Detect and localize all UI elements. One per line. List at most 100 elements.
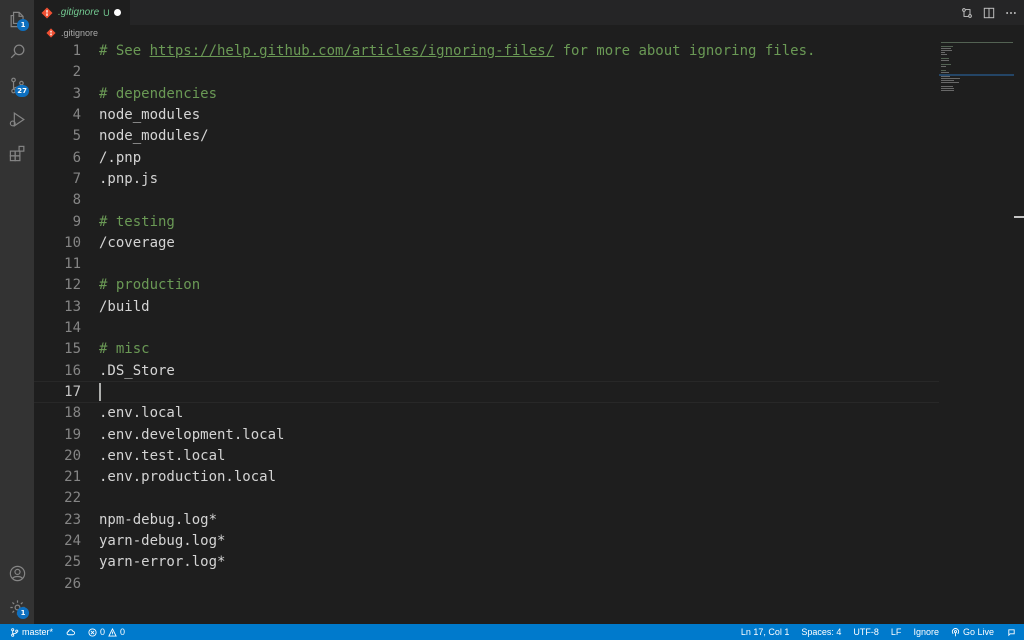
code-line[interactable]: 21 .env.production.local — [34, 467, 939, 488]
comment-link[interactable]: https://help.github.com/articles/ignorin… — [150, 43, 555, 59]
unsaved-dot-icon[interactable] — [114, 9, 121, 16]
minimap-line — [941, 60, 949, 61]
code-line[interactable]: 16 .DS_Store — [34, 360, 939, 381]
comment-text: # See — [99, 43, 150, 60]
code-line[interactable]: 26 — [34, 573, 939, 594]
open-changes-button[interactable] — [960, 6, 974, 20]
feedback-icon — [1008, 628, 1015, 636]
code-line[interactable]: 20 .env.test.local — [34, 445, 939, 466]
line-number: 1 — [72, 43, 81, 60]
code-line[interactable]: 12 # production — [34, 275, 939, 296]
code-line[interactable]: 8 — [34, 190, 939, 211]
eol-selector[interactable]: LF — [891, 624, 902, 640]
code-line[interactable]: 19 .env.development.local — [34, 424, 939, 445]
code-line[interactable]: 24 yarn-debug.log* — [34, 530, 939, 551]
minimap-line — [941, 80, 954, 81]
minimap-line — [941, 78, 960, 79]
code-line[interactable]: 13/build — [34, 296, 939, 317]
source-control-badge: 27 — [15, 85, 29, 97]
line-number: 15 — [64, 341, 81, 358]
cursor-position[interactable]: Ln 17, Col 1 — [741, 624, 790, 640]
line-number: 17 — [64, 383, 81, 400]
indentation-selector[interactable]: Spaces: 4 — [801, 624, 841, 640]
code-line[interactable]: 2 — [34, 62, 939, 83]
warning-count: 0 — [120, 627, 126, 637]
code-line[interactable]: 25 yarn-error.log* — [34, 552, 939, 573]
code-line[interactable]: 17 — [34, 381, 939, 402]
sync-cloud-icon — [66, 628, 76, 635]
broadcast-icon — [951, 627, 960, 636]
minimap-line — [941, 58, 949, 59]
code-line[interactable]: 15 # misc — [34, 339, 939, 360]
feedback-button[interactable] — [1007, 624, 1016, 640]
extensions-button[interactable] — [0, 136, 34, 170]
split-editor-button[interactable] — [982, 6, 996, 20]
language-mode-selector[interactable]: Ignore — [913, 624, 939, 640]
problems-indicator[interactable]: 0 0 — [88, 624, 125, 640]
code-line[interactable]: 23 npm-debug.log* — [34, 509, 939, 530]
code-editor[interactable]: 1 # See https://help.github.com/articles/… — [34, 40, 1024, 624]
code-line[interactable]: 7 .pnp.js — [34, 168, 939, 189]
minimap-line — [941, 70, 947, 71]
line-text: node_modules/ — [99, 128, 209, 145]
search-button[interactable] — [0, 34, 34, 68]
go-live-label: Go Live — [962, 627, 994, 637]
code-line[interactable]: 9 # testing — [34, 211, 939, 232]
code-line[interactable]: 22 — [34, 488, 939, 509]
line-text: # See https://help.github.com/articles/i… — [99, 43, 815, 59]
minimap-line — [941, 42, 1013, 43]
status-bar: master* 0 0 Ln 17, Col 1 Spaces: 4 UTF-8… — [0, 624, 1024, 640]
line-number: 3 — [72, 85, 81, 102]
minimap-line — [941, 86, 953, 87]
accounts-button[interactable] — [0, 556, 34, 590]
search-icon — [10, 44, 24, 58]
line-text: npm-debug.log* — [99, 511, 218, 528]
run-debug-icon — [9, 111, 25, 127]
line-text: /.pnp — [99, 149, 142, 166]
line-number: 18 — [64, 405, 81, 422]
line-text: .env.local — [99, 405, 184, 422]
settings-button[interactable]: 1 — [0, 590, 34, 624]
code-line[interactable]: 3 # dependencies — [34, 83, 939, 104]
minimap[interactable] — [939, 40, 1014, 624]
explorer-button[interactable]: 1 — [0, 2, 34, 36]
encoding-selector[interactable]: UTF-8 — [853, 624, 879, 640]
code-line[interactable]: 10/coverage — [34, 232, 939, 253]
code-line[interactable]: 5 node_modules/ — [34, 126, 939, 147]
code-line[interactable]: 11 — [34, 254, 939, 275]
settings-badge: 1 — [17, 607, 29, 619]
minimap-line — [941, 50, 953, 51]
more-actions-button[interactable] — [1004, 6, 1018, 20]
tab-gitignore[interactable]: .gitignore U — [34, 0, 130, 25]
line-number: 11 — [64, 256, 81, 273]
line-number: 10 — [64, 234, 81, 251]
minimap-line — [941, 88, 954, 89]
line-number: 19 — [64, 426, 81, 443]
explorer-badge: 1 — [17, 19, 29, 31]
line-number: 21 — [64, 469, 81, 486]
minimap-current-line — [939, 74, 1014, 76]
line-number: 23 — [64, 511, 81, 528]
scrollbar-cursor-marker — [1014, 216, 1024, 218]
source-control-button[interactable]: 27 — [0, 68, 34, 102]
line-number: 14 — [64, 320, 81, 337]
line-text: yarn-debug.log* — [99, 533, 226, 550]
branch-indicator[interactable]: master* — [10, 624, 53, 640]
code-line[interactable]: 18 .env.local — [34, 403, 939, 424]
code-line[interactable]: 4 node_modules — [34, 104, 939, 125]
code-line[interactable]: 6 /.pnp — [34, 147, 939, 168]
line-number: 7 — [72, 170, 81, 187]
compare-changes-icon — [962, 7, 972, 18]
code-line[interactable]: 14 — [34, 317, 939, 338]
code-line[interactable]: 1 # See https://help.github.com/articles/… — [34, 41, 939, 62]
line-number: 5 — [72, 128, 81, 145]
line-number: 16 — [64, 362, 81, 379]
branch-label: master* — [22, 627, 54, 637]
go-live-button[interactable]: Go Live — [951, 624, 994, 640]
breadcrumb-file[interactable]: .gitignore — [61, 28, 98, 38]
git-status-badge: U — [103, 7, 110, 18]
line-text: .env.development.local — [99, 426, 285, 443]
run-debug-button[interactable] — [0, 102, 34, 136]
line-text: /coverage — [99, 234, 175, 251]
sync-button[interactable] — [66, 624, 76, 640]
